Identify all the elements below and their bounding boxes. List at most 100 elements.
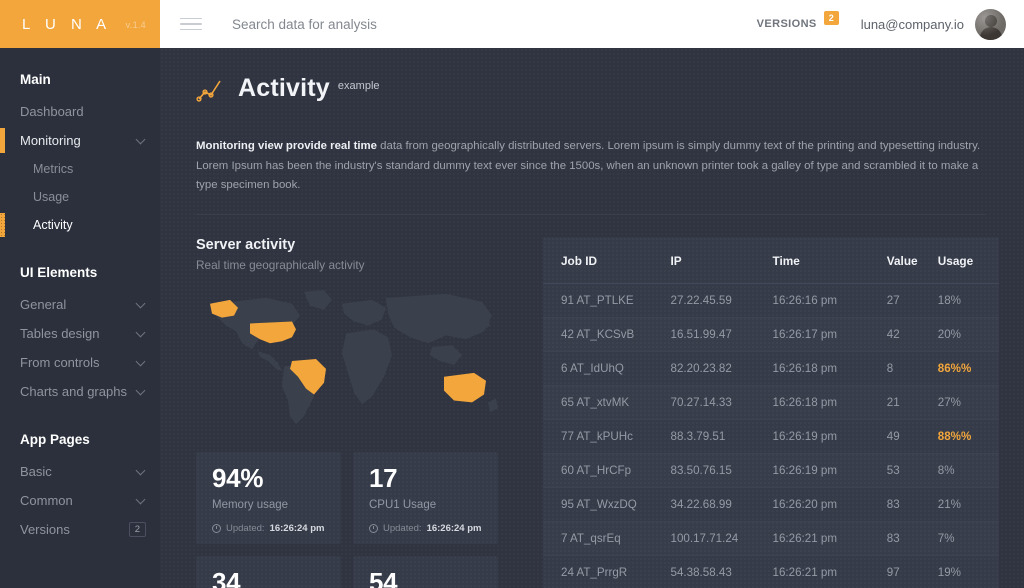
cell-job-id: 65 AT_xtvMK xyxy=(543,385,671,420)
cell-usage: 88%% xyxy=(937,419,999,454)
cell-ip: 70.27.14.33 xyxy=(670,385,773,420)
clock-icon xyxy=(212,523,221,533)
cell-value: 53 xyxy=(886,453,938,488)
server-activity-panel: Server activity Real time geographically… xyxy=(196,237,516,588)
sidebar-item-label: Common xyxy=(20,493,73,508)
sidebar-item-label: Tables design xyxy=(20,326,100,341)
page-title: Activity xyxy=(238,74,330,102)
world-map[interactable] xyxy=(196,286,516,434)
top-bar-right: VERSIONS 2 luna@company.io xyxy=(160,0,1024,48)
table-row[interactable]: 95 AT_WxzDQ 34.22.68.99 16:26:20 pm 83 21% xyxy=(543,487,999,522)
sidebar-item-label: Usage xyxy=(33,190,70,204)
table-row[interactable]: 7 AT_qsrEq 100.17.71.24 16:26:21 pm 83 7% xyxy=(543,521,999,556)
cell-usage: 19% xyxy=(937,555,999,588)
sidebar-group-title-ui-elements: UI Elements xyxy=(20,265,98,280)
sidebar-item-label: Dashboard xyxy=(20,104,84,119)
cell-job-id: 24 AT_PrrgR xyxy=(543,555,671,588)
table-row[interactable]: 6 AT_IdUhQ 82.20.23.82 16:26:18 pm 8 86%% xyxy=(543,351,999,386)
table-row[interactable]: 60 AT_HrCFp 83.50.76.15 16:26:19 pm 53 8% xyxy=(543,453,999,488)
cell-usage: 8% xyxy=(937,453,999,488)
sidebar-item-versions[interactable]: Versions 2 xyxy=(0,515,160,544)
chevron-down-icon xyxy=(137,387,146,396)
brand-logo[interactable]: L U N A v.1.4 xyxy=(0,0,160,48)
column-header-usage[interactable]: Usage xyxy=(937,236,999,284)
cell-ip: 82.20.23.82 xyxy=(670,351,773,386)
cell-ip: 34.22.68.99 xyxy=(670,487,773,522)
page-description: Monitoring view provide real time data f… xyxy=(196,137,986,215)
cell-usage: 27% xyxy=(937,385,999,420)
stat-card-label: CPU1 Usage xyxy=(369,498,437,511)
sidebar-item-monitoring[interactable]: Monitoring xyxy=(0,126,160,155)
sidebar-item-charts-and-graphs[interactable]: Charts and graphs xyxy=(0,377,160,406)
sidebar-item-label: Activity xyxy=(33,218,73,232)
sidebar-group-title-app-pages: App Pages xyxy=(20,432,90,447)
stat-cards: 94% Memory usage Updated: 16:26:24 pm 17 xyxy=(196,451,516,588)
jobs-table-head: Job ID IP Time Value Usage xyxy=(543,236,999,284)
cell-job-id: 95 AT_WxzDQ xyxy=(543,487,671,522)
table-header-row: Job ID IP Time Value Usage xyxy=(543,236,999,284)
stat-card-value: 34 xyxy=(212,566,241,588)
stat-card-label: Memory usage xyxy=(212,498,289,511)
sidebar-item-tables-design[interactable]: Tables design xyxy=(0,319,160,348)
cell-ip: 88.3.79.51 xyxy=(670,419,773,454)
stat-card[interactable]: 17 CPU1 Usage Updated: 16:26:24 pm xyxy=(353,451,498,544)
sidebar-item-label: Versions xyxy=(20,522,70,537)
stat-card[interactable]: 34 CPU2 Usage Updated: 16:26:24 pm xyxy=(196,555,341,588)
cell-time: 16:26:18 pm xyxy=(772,385,887,420)
column-header-ip[interactable]: IP xyxy=(670,236,773,284)
jobs-table: Job ID IP Time Value Usage 91 AT_PTLKE 27… xyxy=(543,236,999,588)
search-input[interactable] xyxy=(232,16,757,32)
cell-job-id: 91 AT_PTLKE xyxy=(543,283,671,318)
sidebar-item-general[interactable]: General xyxy=(0,290,160,319)
sidebar-item-common[interactable]: Common xyxy=(0,486,160,515)
table-row[interactable]: 42 AT_KCSvB 16.51.99.47 16:26:17 pm 42 20% xyxy=(543,317,999,352)
hamburger-icon[interactable] xyxy=(180,17,202,31)
sidebar-item-usage[interactable]: Usage xyxy=(0,183,160,211)
cell-value: 8 xyxy=(886,351,938,386)
brand-name: L U N A xyxy=(22,15,112,33)
active-marker xyxy=(0,213,5,237)
sidebar-item-label: Monitoring xyxy=(20,133,81,148)
world-map-svg xyxy=(210,289,498,424)
top-bar: L U N A v.1.4 VERSIONS 2 luna@company.io xyxy=(0,0,1024,48)
cell-usage: 20% xyxy=(937,317,999,352)
sidebar-item-label: From controls xyxy=(20,355,100,370)
cell-time: 16:26:17 pm xyxy=(772,317,887,352)
sidebar-item-basic[interactable]: Basic xyxy=(0,457,160,486)
stat-card-value: 54 xyxy=(369,566,398,588)
cell-value: 21 xyxy=(886,385,938,420)
cell-value: 97 xyxy=(886,555,938,588)
sidebar-item-dashboard[interactable]: Dashboard xyxy=(0,97,160,126)
cell-usage: 18% xyxy=(937,283,999,318)
sidebar-group-app-pages: App Pages Basic Common Versions 2 xyxy=(0,422,160,544)
cell-time: 16:26:21 pm xyxy=(772,521,887,556)
table-row[interactable]: 77 AT_kPUHc 88.3.79.51 16:26:19 pm 49 88%% xyxy=(543,419,999,454)
versions-count-badge: 2 xyxy=(823,11,839,25)
stat-card[interactable]: 54 CPU3 Usage Updated: 16:26:24 pm xyxy=(353,555,498,588)
stat-card-value: 94% xyxy=(212,462,264,493)
table-row[interactable]: 91 AT_PTLKE 27.22.45.59 16:26:16 pm 27 18% xyxy=(543,283,999,318)
page-description-bold: Monitoring view provide real time xyxy=(196,140,378,152)
stat-card-updated-label: Updated: xyxy=(383,522,422,534)
sidebar-item-from-controls[interactable]: From controls xyxy=(0,348,160,377)
column-header-job-id[interactable]: Job ID xyxy=(543,236,671,284)
stat-card-footer: Updated: 16:26:24 pm xyxy=(369,523,484,534)
page-header: Activity example xyxy=(196,74,986,109)
sidebar-item-label: Basic xyxy=(20,464,52,479)
cell-time: 16:26:18 pm xyxy=(772,351,887,386)
stat-card[interactable]: 94% Memory usage Updated: 16:26:24 pm xyxy=(196,451,341,544)
cell-ip: 27.22.45.59 xyxy=(670,283,773,318)
cell-time: 16:26:19 pm xyxy=(772,453,887,488)
table-row[interactable]: 24 AT_PrrgR 54.38.58.43 16:26:21 pm 97 19% xyxy=(543,555,999,588)
cell-usage: 7% xyxy=(937,521,999,556)
avatar-glow xyxy=(975,8,1006,40)
avatar[interactable] xyxy=(975,8,1006,40)
sidebar-item-metrics[interactable]: Metrics xyxy=(0,155,160,183)
sidebar-item-activity[interactable]: Activity xyxy=(0,211,160,239)
sidebar-group-ui-elements: UI Elements General Tables design From c… xyxy=(0,255,160,406)
column-header-time[interactable]: Time xyxy=(772,236,887,284)
table-row[interactable]: 65 AT_xtvMK 70.27.14.33 16:26:18 pm 21 27% xyxy=(543,385,999,420)
column-header-value[interactable]: Value xyxy=(886,236,938,284)
user-email[interactable]: luna@company.io xyxy=(861,17,964,32)
versions-label[interactable]: VERSIONS xyxy=(757,18,817,30)
